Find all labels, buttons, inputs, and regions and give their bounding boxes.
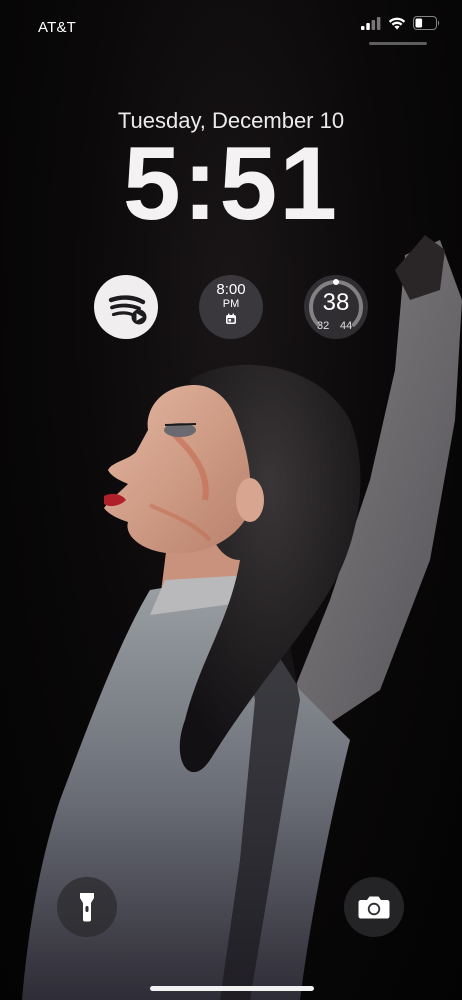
wifi-icon <box>388 17 406 30</box>
flashlight-icon <box>80 893 94 922</box>
camera-button[interactable] <box>344 877 404 937</box>
calendar-icon <box>226 313 236 324</box>
alarm-time: 8:00 <box>216 281 246 298</box>
status-underline <box>369 42 427 45</box>
lock-screen: AT&T Tuesday, December 10 5:51 8:00 PM 3… <box>0 0 462 1000</box>
battery-icon <box>413 16 440 30</box>
lock-time: 5:51 <box>122 126 340 242</box>
spotify-icon <box>108 295 147 325</box>
cellular-signal-icon <box>361 16 381 30</box>
weather-widget[interactable]: 38 32 44 <box>304 275 368 339</box>
alarm-ampm: PM <box>222 298 240 310</box>
alarm-widget[interactable]: 8:00 PM <box>199 275 263 339</box>
flashlight-button[interactable] <box>57 877 117 937</box>
carrier-name: AT&T <box>38 19 77 36</box>
current-temperature: 38 <box>322 289 350 316</box>
status-icons <box>361 16 440 30</box>
camera-icon <box>358 896 390 919</box>
low-temperature: 32 <box>317 320 330 332</box>
high-temperature: 44 <box>340 320 353 332</box>
home-indicator[interactable] <box>150 986 314 991</box>
spotify-widget[interactable] <box>94 275 158 339</box>
